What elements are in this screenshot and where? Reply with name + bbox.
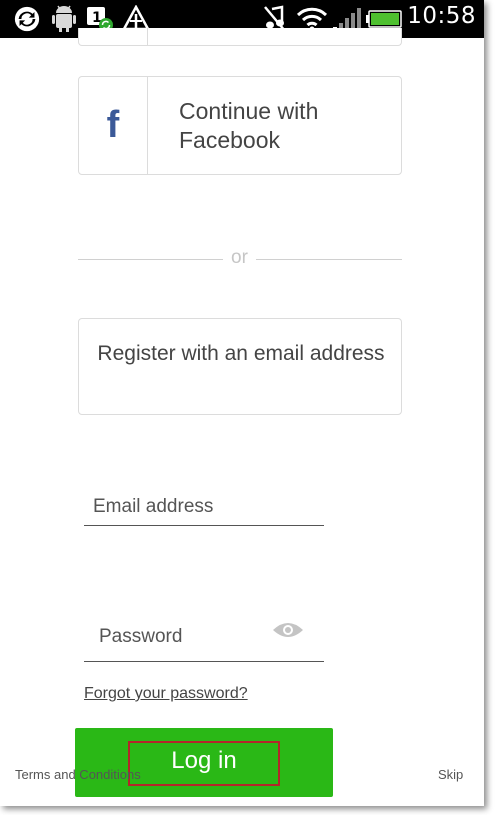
register-button-label: Register with an email address [97, 342, 385, 365]
login-button[interactable]: Log in [75, 728, 333, 797]
skip-link[interactable]: Skip [438, 767, 463, 782]
status-time: 10:58 [407, 3, 476, 29]
terms-and-conditions-link[interactable]: Terms and Conditions [15, 767, 141, 782]
forgot-password-link[interactable]: Forgot your password? [84, 685, 248, 703]
divider-line-left [78, 259, 223, 260]
or-label: or [231, 247, 248, 268]
android-debug-icon [52, 5, 76, 32]
register-email-button[interactable]: Register with an email address [78, 318, 402, 415]
or-divider: or [78, 247, 402, 273]
sync-icon [14, 6, 40, 32]
facebook-button-label: Continue with Facebook [179, 98, 319, 153]
email-input[interactable]: Email address [84, 490, 324, 526]
divider-line-right [256, 259, 402, 260]
email-placeholder: Email address [93, 496, 214, 517]
annotation-highlight-box [128, 741, 280, 786]
facebook-icon-cell: f [79, 77, 148, 174]
continue-with-facebook-button[interactable]: f Continue with Facebook [78, 76, 402, 175]
facebook-icon: f [106, 104, 120, 146]
show-password-eye-icon[interactable] [272, 619, 304, 641]
password-input[interactable]: Password [84, 616, 324, 662]
screen: 1 10:58 f Continue with Facebook or Regi… [0, 0, 484, 806]
previous-button-remnant[interactable] [78, 28, 402, 46]
password-placeholder: Password [99, 626, 183, 647]
